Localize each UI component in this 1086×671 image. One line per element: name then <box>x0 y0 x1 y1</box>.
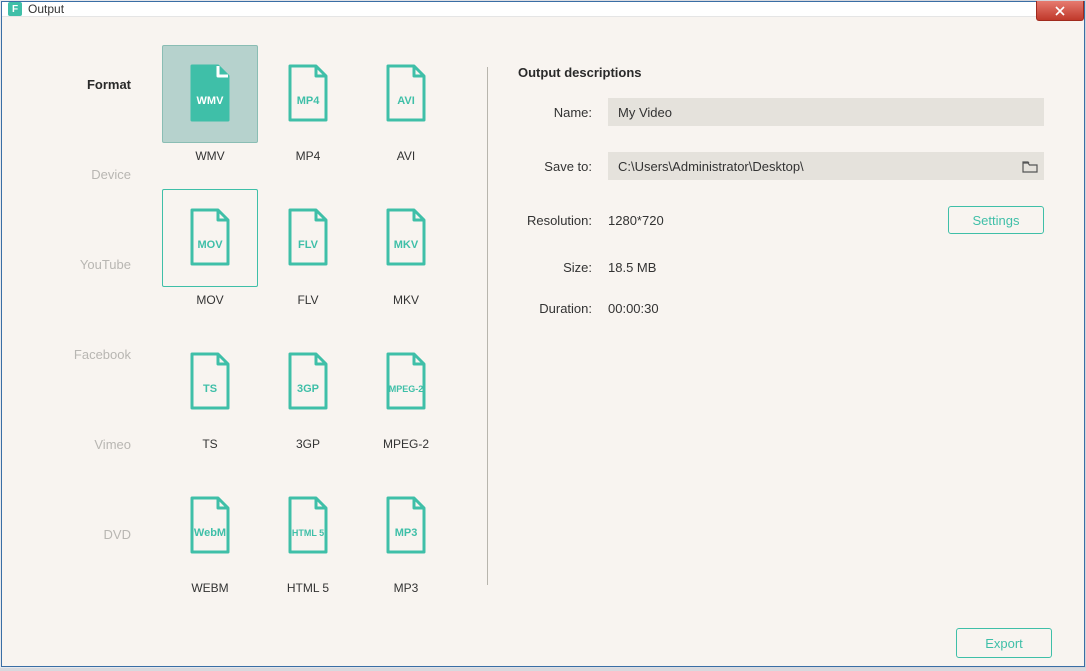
file-type-icon: MKV <box>358 189 454 287</box>
name-label: Name: <box>518 105 608 120</box>
resolution-value: 1280*720 <box>608 213 664 228</box>
format-option-mp4[interactable]: MP4 MP4 <box>259 37 357 163</box>
svg-text:MP3: MP3 <box>395 527 418 539</box>
format-label: WEBM <box>161 581 259 595</box>
svg-text:WMV: WMV <box>197 95 225 107</box>
svg-text:MOV: MOV <box>197 239 223 251</box>
sidebar-item-format[interactable]: Format <box>2 75 157 165</box>
format-option-mov[interactable]: MOV MOV <box>161 181 259 307</box>
format-option-ts[interactable]: TS TS <box>161 325 259 451</box>
main-row: Format Device YouTube Facebook Vimeo DVD… <box>2 17 1084 615</box>
output-dialog: F Output Format Device YouTube Facebook … <box>1 1 1085 667</box>
saveto-label: Save to: <box>518 159 608 174</box>
svg-text:MKV: MKV <box>394 239 419 251</box>
sidebar-item-dvd[interactable]: DVD <box>2 525 157 615</box>
file-type-icon: HTML 5 <box>260 477 356 575</box>
format-label: MPEG-2 <box>357 437 455 451</box>
format-option-mkv[interactable]: MKV MKV <box>357 181 455 307</box>
sidebar-item-facebook[interactable]: Facebook <box>2 345 157 435</box>
svg-text:TS: TS <box>203 383 217 395</box>
footer: Export <box>2 615 1084 671</box>
sidebar-item-label: Facebook <box>74 347 131 362</box>
file-type-icon: WebM <box>162 477 258 575</box>
formats-panel: WMVWMVMP4MP4AVIAVIMOVMOVFLVFLVMKVMKVTSTS… <box>157 37 477 615</box>
saveto-field[interactable]: C:\Users\Administrator\Desktop\ <box>608 152 1044 180</box>
row-duration: Duration: 00:00:30 <box>518 301 1044 316</box>
file-type-icon: MP3 <box>358 477 454 575</box>
format-option-wmv[interactable]: WMV WMV <box>161 37 259 163</box>
svg-text:3GP: 3GP <box>297 383 319 395</box>
format-option-html5[interactable]: HTML 5 HTML 5 <box>259 469 357 595</box>
duration-value: 00:00:30 <box>608 301 659 316</box>
sidebar-item-label: YouTube <box>80 257 131 272</box>
format-label: TS <box>161 437 259 451</box>
file-type-icon: TS <box>162 333 258 431</box>
resolution-label: Resolution: <box>518 213 608 228</box>
svg-text:WebM: WebM <box>194 527 226 539</box>
name-input[interactable] <box>608 98 1044 126</box>
row-name: Name: <box>518 98 1044 126</box>
file-type-icon: 3GP <box>260 333 356 431</box>
duration-label: Duration: <box>518 301 608 316</box>
export-button[interactable]: Export <box>956 628 1052 658</box>
file-type-icon: MOV <box>162 189 258 287</box>
svg-text:FLV: FLV <box>298 239 319 251</box>
divider <box>487 67 488 585</box>
size-value: 18.5 MB <box>608 260 656 275</box>
format-option-mp3[interactable]: MP3 MP3 <box>357 469 455 595</box>
titlebar: F Output <box>2 2 1084 17</box>
format-label: MP3 <box>357 581 455 595</box>
file-type-icon: AVI <box>358 45 454 143</box>
format-label: HTML 5 <box>259 581 357 595</box>
sidebar-item-label: DVD <box>104 527 131 542</box>
settings-button[interactable]: Settings <box>948 206 1044 234</box>
sidebar-item-device[interactable]: Device <box>2 165 157 255</box>
row-saveto: Save to: C:\Users\Administrator\Desktop\ <box>518 152 1044 180</box>
format-option-webm[interactable]: WebM WEBM <box>161 469 259 595</box>
sidebar-item-vimeo[interactable]: Vimeo <box>2 435 157 525</box>
sidebar: Format Device YouTube Facebook Vimeo DVD <box>2 37 157 615</box>
close-button[interactable] <box>1036 1 1084 21</box>
svg-text:HTML 5: HTML 5 <box>292 528 324 538</box>
format-label: AVI <box>357 149 455 163</box>
file-type-icon: MPEG-2 <box>358 333 454 431</box>
sidebar-item-label: Vimeo <box>94 437 131 452</box>
row-size: Size: 18.5 MB <box>518 260 1044 275</box>
content: Format Device YouTube Facebook Vimeo DVD… <box>2 17 1084 671</box>
format-label: 3GP <box>259 437 357 451</box>
details-heading: Output descriptions <box>518 65 1044 80</box>
format-label: WMV <box>161 149 259 163</box>
size-label: Size: <box>518 260 608 275</box>
format-option-flv[interactable]: FLV FLV <box>259 181 357 307</box>
formats-grid: WMVWMVMP4MP4AVIAVIMOVMOVFLVFLVMKVMKVTSTS… <box>161 37 477 595</box>
sidebar-item-label: Format <box>87 77 131 92</box>
row-resolution: Resolution: 1280*720 Settings <box>518 206 1044 234</box>
close-icon <box>1054 6 1066 16</box>
format-label: FLV <box>259 293 357 307</box>
folder-icon <box>1022 160 1038 173</box>
svg-text:MP4: MP4 <box>297 95 321 107</box>
format-label: MOV <box>161 293 259 307</box>
details-panel: Output descriptions Name: Save to: C:\Us… <box>518 37 1084 615</box>
window-title: Output <box>28 2 64 16</box>
saveto-value: C:\Users\Administrator\Desktop\ <box>608 159 1016 174</box>
file-type-icon: WMV <box>162 45 258 143</box>
format-option-3gp[interactable]: 3GP 3GP <box>259 325 357 451</box>
format-option-avi[interactable]: AVI AVI <box>357 37 455 163</box>
sidebar-item-youtube[interactable]: YouTube <box>2 255 157 345</box>
svg-text:AVI: AVI <box>397 95 415 107</box>
sidebar-item-label: Device <box>91 167 131 182</box>
app-icon: F <box>8 2 22 16</box>
format-label: MKV <box>357 293 455 307</box>
svg-text:MPEG-2: MPEG-2 <box>389 384 424 394</box>
file-type-icon: FLV <box>260 189 356 287</box>
format-label: MP4 <box>259 149 357 163</box>
format-option-mpeg-2[interactable]: MPEG-2 MPEG-2 <box>357 325 455 451</box>
browse-folder-button[interactable] <box>1016 152 1044 180</box>
file-type-icon: MP4 <box>260 45 356 143</box>
